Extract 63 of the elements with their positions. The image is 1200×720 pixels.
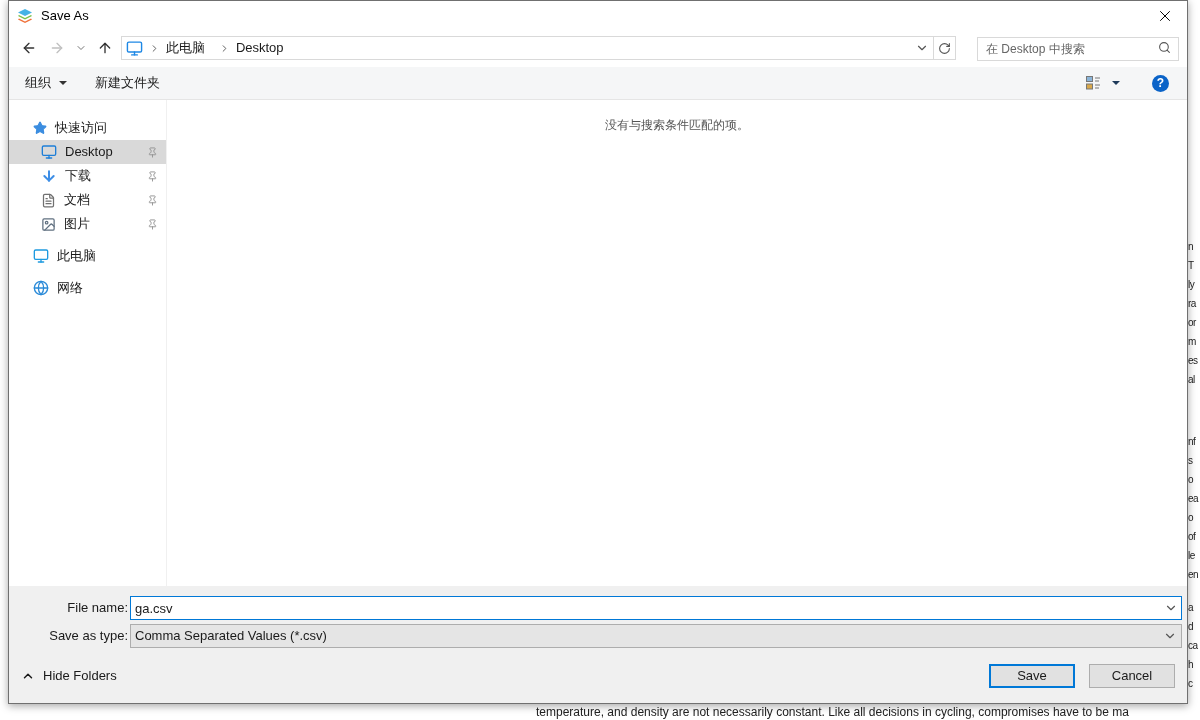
document-icon bbox=[41, 192, 56, 208]
star-icon bbox=[33, 121, 47, 135]
document-text-fragment: o bbox=[1188, 473, 1194, 487]
document-text-fragment: en bbox=[1188, 568, 1199, 582]
picture-icon bbox=[41, 216, 56, 232]
document-text-fragment: T bbox=[1188, 259, 1194, 273]
dialog-button[interactable]: Cancel bbox=[1089, 664, 1175, 688]
monitor-icon bbox=[125, 39, 143, 57]
caret-icon bbox=[1112, 81, 1120, 85]
breadcrumb-item[interactable]: Desktop bbox=[235, 38, 284, 58]
view-options-button[interactable] bbox=[1086, 76, 1120, 90]
document-text-fragment: n bbox=[1188, 240, 1194, 254]
new-folder-button[interactable]: 新建文件夹 bbox=[95, 73, 160, 93]
document-text: temperature, and density are not necessarily constant. Like all decisions in cycling, compromises have to be ma bbox=[536, 705, 1129, 720]
nav-item[interactable]: 下载 bbox=[9, 164, 166, 188]
document-text-fragment: ea bbox=[1188, 492, 1199, 506]
document-text-fragment: ca bbox=[1188, 639, 1198, 653]
document-text-fragment: es bbox=[1188, 354, 1198, 368]
monitor-icon bbox=[41, 144, 57, 160]
dialog-button[interactable]: Save bbox=[989, 664, 1075, 688]
nav-item[interactable]: 网络 bbox=[9, 276, 166, 300]
search-icon bbox=[1158, 40, 1171, 54]
document-text-fragment: of bbox=[1188, 530, 1196, 544]
search-field[interactable]: 在 Desktop 中搜索 bbox=[977, 36, 1179, 61]
window-title: Save As bbox=[41, 7, 89, 26]
document-text-fragment: m bbox=[1188, 335, 1196, 349]
document-text-fragment: a bbox=[1188, 601, 1194, 615]
pin-icon[interactable] bbox=[147, 194, 158, 206]
document-text-fragment: d bbox=[1188, 620, 1194, 634]
layers-logo-icon bbox=[17, 8, 33, 24]
save-type-label: Save as type: bbox=[48, 627, 129, 646]
document-text-fragment: o bbox=[1188, 511, 1194, 525]
document-text-fragment: c bbox=[1188, 677, 1193, 691]
file-name-label: File name: bbox=[66, 599, 129, 618]
document-text-fragment: s bbox=[1188, 454, 1193, 468]
refresh-icon[interactable] bbox=[938, 41, 951, 55]
nav-item[interactable]: Desktop bbox=[9, 140, 166, 164]
pin-icon[interactable] bbox=[147, 170, 158, 182]
pin-icon[interactable] bbox=[147, 146, 158, 158]
monitor-icon bbox=[33, 248, 49, 264]
hide-folders-button[interactable]: Hide Folders bbox=[21, 666, 117, 686]
view-list-icon bbox=[1086, 76, 1100, 90]
organize-menu-button[interactable]: 组织 bbox=[25, 73, 67, 93]
pin-icon[interactable] bbox=[147, 218, 158, 230]
nav-item[interactable]: 快速访问 bbox=[9, 116, 166, 140]
nav-item[interactable]: 图片 bbox=[9, 212, 166, 236]
caret-icon bbox=[59, 81, 67, 85]
nav-item[interactable]: 文档 bbox=[9, 188, 166, 212]
address-bar[interactable]: 此电脑 Desktop bbox=[120, 36, 956, 60]
document-text-fragment: nf bbox=[1188, 435, 1196, 449]
save-type-dropdown[interactable]: Comma Separated Values (*.csv) bbox=[130, 624, 1182, 648]
document-text-fragment: ly bbox=[1188, 278, 1195, 292]
document-text-fragment: or bbox=[1188, 316, 1196, 330]
document-text-fragment: ra bbox=[1188, 297, 1196, 311]
document-text-fragment: h bbox=[1188, 658, 1194, 672]
help-button[interactable]: ? bbox=[1152, 74, 1169, 92]
breadcrumb-item[interactable]: 此电脑 bbox=[165, 38, 205, 58]
empty-folder-message: 没有与搜索条件匹配的项。 bbox=[605, 117, 749, 132]
file-name-field[interactable]: ga.csv bbox=[130, 596, 1182, 620]
document-text-fragment: le bbox=[1188, 549, 1195, 563]
document-text-fragment: al bbox=[1188, 373, 1195, 387]
network-icon bbox=[33, 280, 49, 296]
nav-item[interactable]: 此电脑 bbox=[9, 244, 166, 268]
